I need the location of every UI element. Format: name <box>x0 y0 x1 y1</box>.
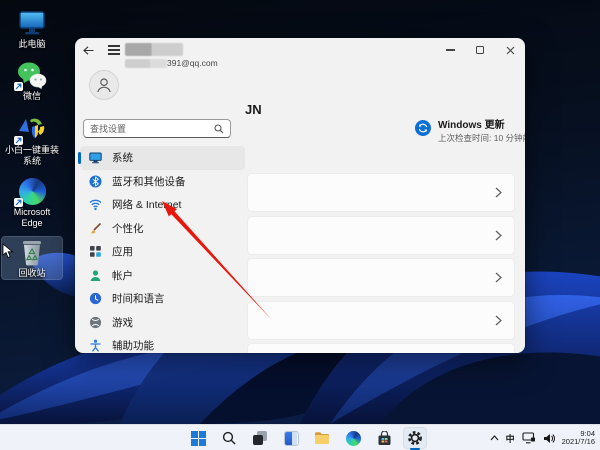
file-explorer-button[interactable] <box>310 427 334 449</box>
brush-icon <box>89 222 102 235</box>
back-button[interactable] <box>75 38 101 62</box>
taskbar-center-icons <box>186 427 427 449</box>
nav-item-bluetooth-devices[interactable]: 蓝牙和其他设备 <box>80 170 245 194</box>
user-account-area[interactable] <box>89 70 119 100</box>
settings-window: 设置 391@qq.com <box>75 38 525 353</box>
desktop-icon-xiaobai[interactable]: 小白一键重装系统 <box>2 114 62 166</box>
edge-icon <box>14 176 48 207</box>
settings-row[interactable] <box>247 300 515 340</box>
hidden-icons-chevron[interactable] <box>490 435 499 441</box>
desktop-icon-label: 小白一键重装系统 <box>4 145 59 166</box>
nav-item-accessibility[interactable]: 辅助功能 <box>80 334 245 353</box>
settings-row[interactable] <box>247 215 515 255</box>
settings-row[interactable] <box>247 258 515 297</box>
settings-row[interactable] <box>247 173 515 212</box>
shortcut-arrow-icon <box>14 82 23 91</box>
bluetooth-icon <box>89 175 102 188</box>
desktop-icon-label: Microsoft Edge <box>13 207 51 228</box>
system-icon <box>89 151 102 164</box>
taskbar: 中 9:04 2021/7/16 <box>0 424 600 450</box>
settings-taskbar-button[interactable] <box>403 427 427 449</box>
shortcut-arrow-icon <box>14 198 23 207</box>
navigation-menu-icon[interactable] <box>101 38 127 62</box>
taskbar-search-button[interactable] <box>217 427 241 449</box>
settings-nav: 系统 蓝牙和其他设备 网络 & Internet 个性化 应用 帐户 时间和语言… <box>78 146 245 353</box>
nav-item-system[interactable]: 系统 <box>78 146 245 170</box>
desktop-icon-label: 微信 <box>22 91 41 101</box>
wifi-icon <box>89 198 102 211</box>
email-redacted-blur <box>125 58 167 68</box>
system-tray: 中 9:04 2021/7/16 <box>490 425 595 450</box>
settings-row-list <box>247 173 515 353</box>
nav-item-personalization[interactable]: 个性化 <box>80 217 245 241</box>
chevron-right-icon <box>495 272 502 283</box>
shortcut-arrow-icon <box>14 136 23 145</box>
search-input[interactable] <box>90 123 214 134</box>
accounts-person-icon <box>89 269 102 282</box>
nav-item-accounts[interactable]: 帐户 <box>80 264 245 288</box>
nav-item-apps[interactable]: 应用 <box>80 240 245 264</box>
nav-item-time-language[interactable]: 时间和语言 <box>80 287 245 311</box>
settings-row[interactable] <box>247 343 515 353</box>
close-button[interactable] <box>495 38 525 62</box>
selected-indicator <box>78 151 81 164</box>
ime-indicator[interactable]: 中 <box>506 432 515 445</box>
user-avatar-icon <box>89 70 119 100</box>
clock-globe-icon <box>89 292 102 305</box>
this-pc-icon <box>16 8 48 38</box>
wechat-icon <box>14 60 48 91</box>
search-icon <box>214 123 224 133</box>
desktop-icon-this-pc[interactable]: 此电脑 <box>2 8 62 50</box>
desktop-icon-wechat[interactable]: 微信 <box>2 60 62 102</box>
update-status: 上次检查时间: 10 分钟前 <box>438 133 525 143</box>
settings-search-box[interactable] <box>83 119 231 138</box>
desktop-icon-label: 回收站 <box>18 268 46 278</box>
search-icon <box>222 431 236 445</box>
volume-icon[interactable] <box>543 433 555 444</box>
xbox-icon <box>89 316 102 329</box>
gear-icon <box>408 431 422 445</box>
user-name-redacted <box>125 43 183 56</box>
maximize-button[interactable] <box>465 38 495 62</box>
email-visible-text: 391@qq.com <box>167 58 218 68</box>
task-view-button[interactable] <box>248 427 272 449</box>
microsoft-store-button[interactable] <box>372 427 396 449</box>
chevron-right-icon <box>495 187 502 198</box>
apps-icon <box>89 245 102 258</box>
tray-date: 2021/7/16 <box>561 437 595 446</box>
windows-update-icon <box>415 120 431 136</box>
start-button[interactable] <box>186 427 210 449</box>
chevron-right-icon <box>495 315 502 325</box>
clock[interactable]: 9:04 2021/7/16 <box>561 429 595 447</box>
desktop-icon-edge[interactable]: Microsoft Edge <box>2 176 62 228</box>
device-name-heading: JN <box>245 102 262 117</box>
widgets-button[interactable] <box>279 427 303 449</box>
nav-item-network-internet[interactable]: 网络 & Internet <box>80 193 245 217</box>
nav-item-gaming[interactable]: 游戏 <box>80 311 245 335</box>
edge-button[interactable] <box>341 427 365 449</box>
user-email: 391@qq.com <box>125 58 218 68</box>
accessibility-person-icon <box>89 339 102 352</box>
xiaobai-reinstall-icon <box>14 114 48 145</box>
desktop-icon-label: 此电脑 <box>18 39 46 49</box>
recycle-bin-icon <box>16 237 48 267</box>
network-icon[interactable] <box>522 432 536 444</box>
desktop: 此电脑 微信 小白一键重装系统 Microsoft Edge 回收站 391@q… <box>0 0 600 450</box>
chevron-right-icon <box>495 230 502 240</box>
update-title: Windows 更新 <box>438 120 505 131</box>
windows-update-card[interactable]: Windows 更新 上次检查时间: 10 分钟前 <box>415 120 525 143</box>
minimize-button[interactable] <box>435 38 465 62</box>
mouse-cursor <box>2 243 14 259</box>
